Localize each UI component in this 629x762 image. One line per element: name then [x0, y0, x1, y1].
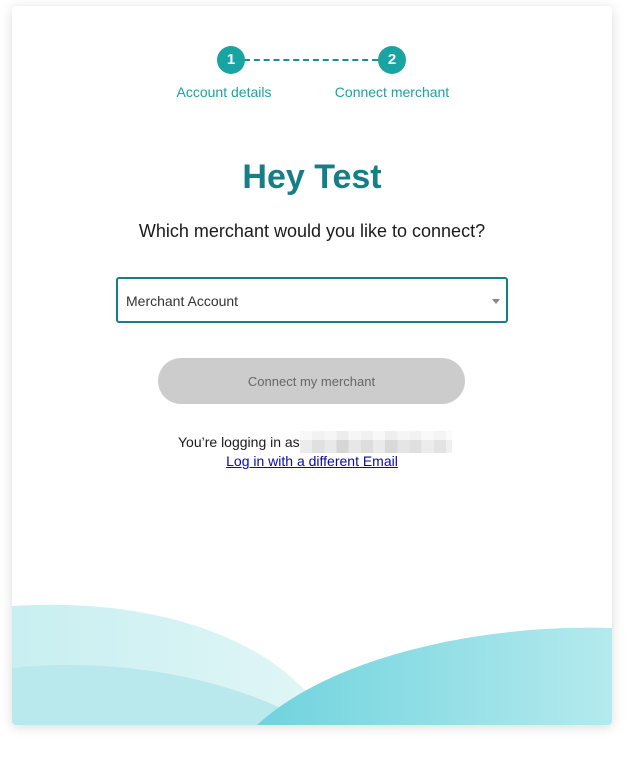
step-1-indicator: 1: [217, 46, 245, 74]
alt-login-link[interactable]: Log in with a different Email: [226, 453, 398, 469]
stepper-connector-line: [244, 59, 378, 61]
alt-login-container: Log in with a different Email: [12, 453, 612, 469]
merchant-select-value: Merchant Account: [126, 293, 239, 309]
step-2-label: Connect merchant: [334, 84, 450, 100]
merchant-question: Which merchant would you like to connect…: [138, 221, 486, 241]
connect-merchant-button[interactable]: Connect my merchant: [158, 358, 465, 404]
decorative-waves: [12, 604, 612, 725]
step-2-indicator: 2: [378, 46, 406, 74]
redacted-email: [300, 431, 452, 453]
login-info-prefix: You’re logging in as: [178, 434, 300, 450]
progress-stepper: 1 2 Account details Connect merchant: [12, 6, 612, 116]
connect-merchant-card: 1 2 Account details Connect merchant Hey…: [12, 6, 612, 725]
merchant-select[interactable]: Merchant Account: [116, 277, 508, 323]
chevron-down-icon: [492, 299, 500, 304]
greeting-heading: Hey Test: [242, 158, 382, 196]
wave-right: [257, 627, 612, 725]
step-1-label: Account details: [176, 84, 272, 100]
